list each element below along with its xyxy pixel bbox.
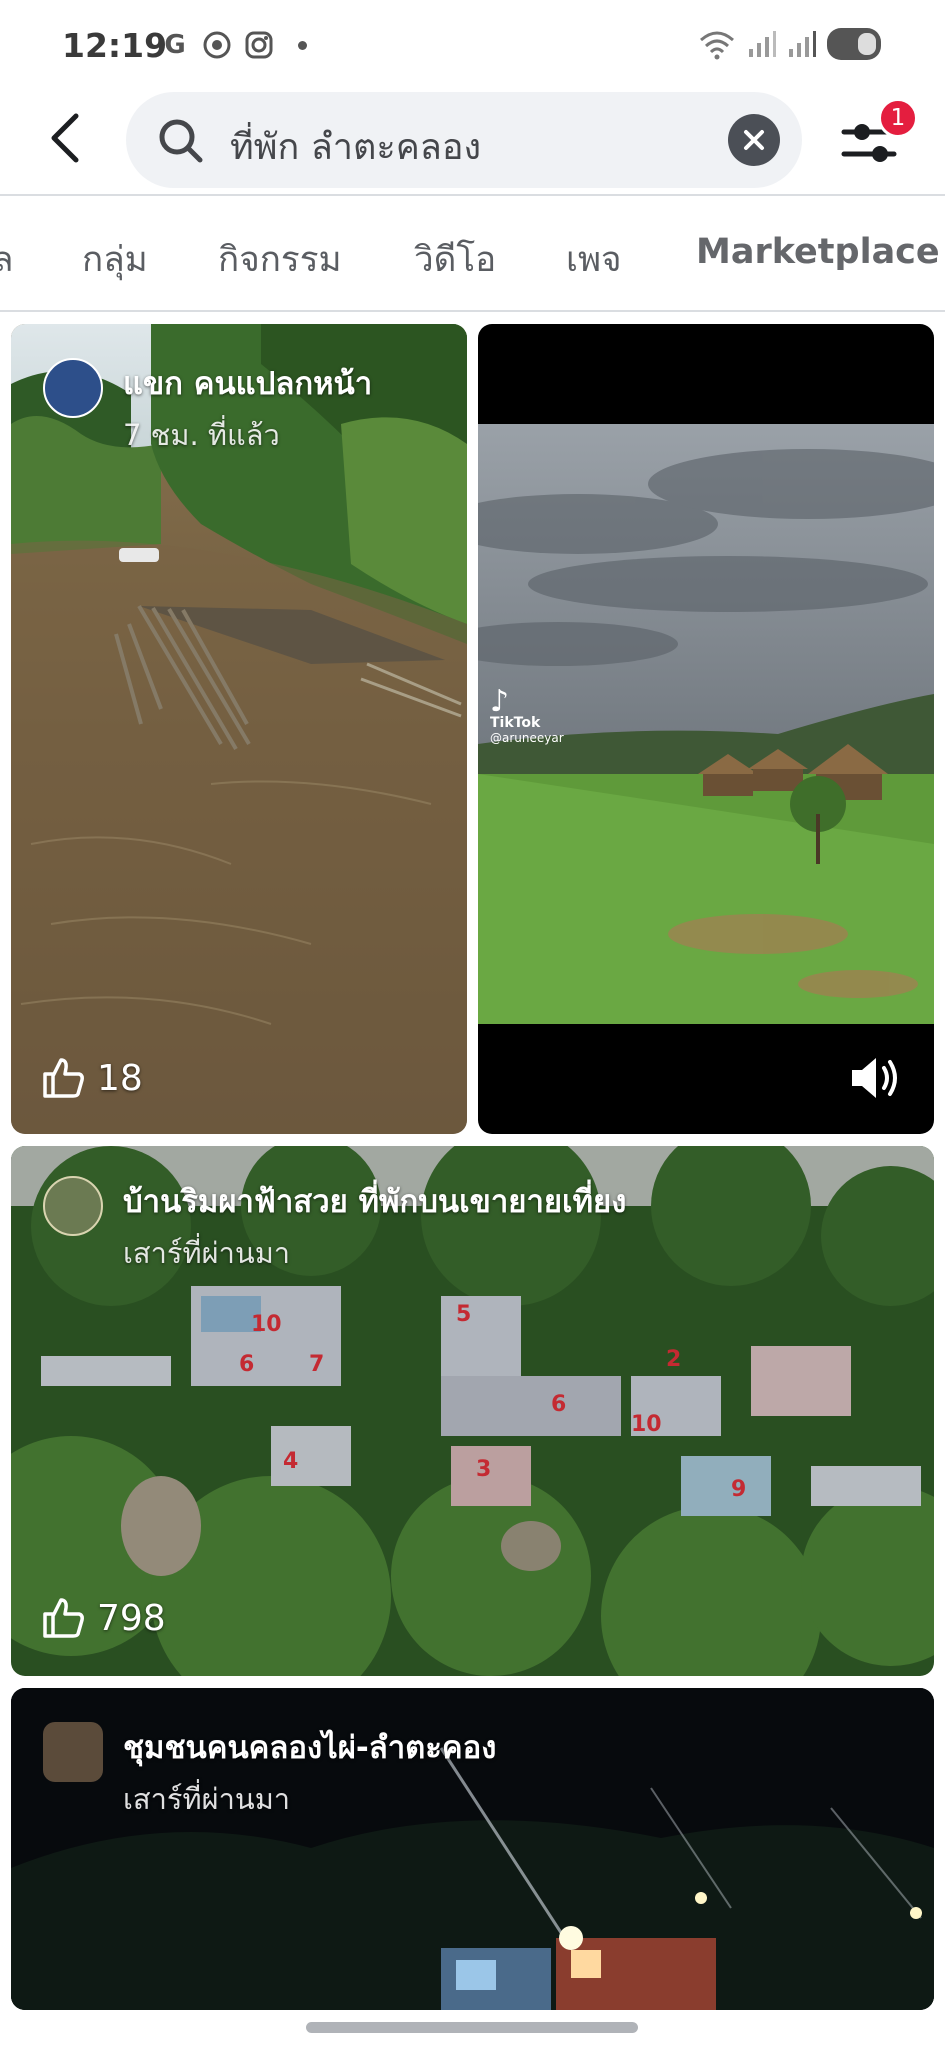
post-author[interactable]: แขก คนแปลกหน้า 7 ชม. ที่แล้ว [43, 358, 372, 458]
tab-groups[interactable]: กลุ่ม [82, 232, 148, 287]
filter-badge: 1 [878, 98, 918, 138]
battery-icon [827, 28, 881, 60]
chrome-icon [202, 30, 232, 60]
author-name[interactable]: แขก คนแปลกหน้า [123, 358, 372, 408]
signal-icon [749, 31, 776, 57]
status-bar: 12:19 G [0, 0, 945, 92]
post-card-community[interactable]: ชุมชนคนคลองไผ่-ลำตะคอง เสาร์ที่ผ่านมา [11, 1688, 934, 2010]
signal-icon [789, 31, 816, 57]
status-time: 12:19 [62, 26, 168, 65]
tab-videos[interactable]: วิดีโอ [414, 232, 496, 287]
volume-icon[interactable] [848, 1052, 904, 1104]
tab-pages[interactable]: เพจ [566, 232, 622, 287]
clear-search-button[interactable] [728, 114, 780, 166]
tiktok-username: @aruneeyar [490, 731, 564, 745]
author-name[interactable]: ชุมชนคนคลองไผ่-ลำตะคอง [123, 1722, 496, 1772]
instagram-icon [244, 30, 274, 60]
post-time: เสาร์ที่ผ่านมา [123, 1782, 291, 1816]
thumbs-up-icon [43, 1598, 84, 1638]
status-left-icons: G [160, 30, 307, 60]
google-icon: G [164, 30, 186, 60]
close-icon [744, 130, 764, 150]
tabs-divider [0, 310, 945, 312]
post-author[interactable]: บ้านริมผาฟ้าสวย ที่พักบนเขายายเที่ยง เสา… [43, 1176, 626, 1276]
wifi-icon [700, 31, 734, 60]
avatar[interactable] [43, 1722, 103, 1782]
thumbs-up-icon [43, 1058, 84, 1098]
tiktok-watermark: ♪ TikTok @aruneeyar [490, 684, 564, 745]
tab-events[interactable]: กิจกรรม [218, 232, 342, 287]
tab-partial[interactable]: ล [0, 232, 13, 287]
video-card-tiktok[interactable]: ♪ TikTok @aruneeyar [478, 324, 934, 1134]
post-card-river[interactable]: แขก คนแปลกหน้า 7 ชม. ที่แล้ว 18 [11, 324, 467, 1134]
post-time: 7 ชม. ที่แล้ว [123, 418, 280, 452]
post-author[interactable]: ชุมชนคนคลองไผ่-ลำตะคอง เสาร์ที่ผ่านมา [43, 1722, 496, 1822]
search-query-text: ที่พัก ลำตะคลอง [230, 127, 482, 168]
tiktok-logo-icon: ♪ [490, 684, 510, 719]
back-arrow-icon [51, 113, 79, 163]
tab-marketplace[interactable]: Marketplace [696, 232, 940, 272]
status-right-icons [697, 28, 881, 60]
search-header: ที่พัก ลำตะคลอง 1 [0, 88, 945, 192]
post-time: เสาร์ที่ผ่านมา [123, 1236, 291, 1270]
home-indicator[interactable] [306, 2022, 638, 2033]
avatar[interactable] [43, 1176, 103, 1236]
avatar[interactable] [43, 358, 103, 418]
back-button[interactable] [36, 108, 92, 168]
search-tabs: ล กลุ่ม กิจกรรม วิดีโอ เพจ Marketplace [0, 196, 945, 310]
like-count: 798 [97, 1597, 166, 1639]
like-count-row[interactable]: 798 [41, 1596, 166, 1640]
post-card-resort[interactable]: 10 5 6 726 10 4 3 9 บ้านริมผาฟ้าสวย ที่พักบน… [11, 1146, 934, 1676]
author-name[interactable]: บ้านริมผาฟ้าสวย ที่พักบนเขายายเที่ยง [123, 1176, 626, 1226]
search-input[interactable]: ที่พัก ลำตะคลอง [126, 92, 802, 188]
like-count-row[interactable]: 18 [41, 1056, 143, 1100]
tiktok-label: TikTok [490, 715, 541, 731]
notification-dot [298, 40, 307, 50]
like-count: 18 [97, 1057, 143, 1099]
search-icon [159, 119, 203, 163]
